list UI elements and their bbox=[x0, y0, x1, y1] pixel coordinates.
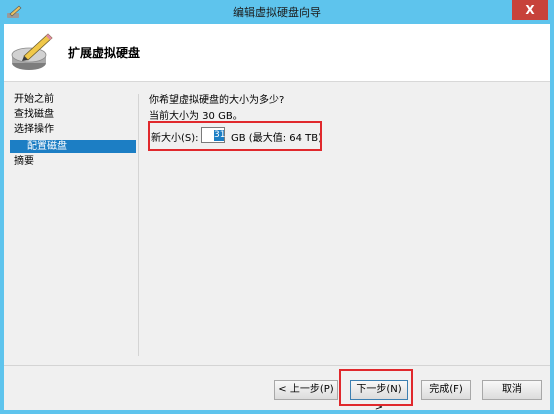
finish-button[interactable]: 完成(F) bbox=[421, 380, 471, 400]
wizard-header: 扩展虚拟硬盘 bbox=[4, 24, 550, 82]
size-highlight-box bbox=[148, 121, 322, 151]
nav-item-locate-disk[interactable]: 查找磁盘 bbox=[14, 108, 54, 121]
wizard-steps-nav: 开始之前 查找磁盘 选择操作 配置磁盘 摘要 bbox=[4, 83, 138, 383]
wizard-body: 扩展虚拟硬盘 开始之前 查找磁盘 选择操作 配置磁盘 摘要 你希望虚拟硬盘的大小… bbox=[4, 24, 550, 413]
title-bar: 编辑虚拟硬盘向导 X bbox=[0, 0, 554, 24]
page-title: 扩展虚拟硬盘 bbox=[68, 46, 141, 60]
sidebar-divider bbox=[138, 94, 139, 356]
disk-pencil-icon bbox=[10, 30, 54, 74]
size-question: 你希望虚拟硬盘的大小为多少? bbox=[149, 95, 285, 106]
window-title: 编辑虚拟硬盘向导 bbox=[233, 6, 321, 19]
next-highlight-box bbox=[339, 369, 413, 406]
previous-button[interactable]: < 上一步(P) bbox=[274, 380, 338, 400]
wizard-window: 编辑虚拟硬盘向导 X 扩展虚拟硬盘 开始之前 查找磁盘 选择操作 配置磁盘 摘要… bbox=[0, 0, 554, 414]
nav-item-choose-action[interactable]: 选择操作 bbox=[14, 123, 54, 136]
current-size-text: 当前大小为 30 GB。 bbox=[149, 111, 243, 122]
nav-item-before-you-begin[interactable]: 开始之前 bbox=[14, 93, 54, 106]
nav-item-configure-disk[interactable]: 配置磁盘 bbox=[10, 140, 136, 153]
nav-item-summary[interactable]: 摘要 bbox=[14, 155, 34, 168]
close-button[interactable]: X bbox=[512, 0, 548, 20]
footer-divider bbox=[4, 365, 550, 366]
cancel-button[interactable]: 取消 bbox=[482, 380, 542, 400]
